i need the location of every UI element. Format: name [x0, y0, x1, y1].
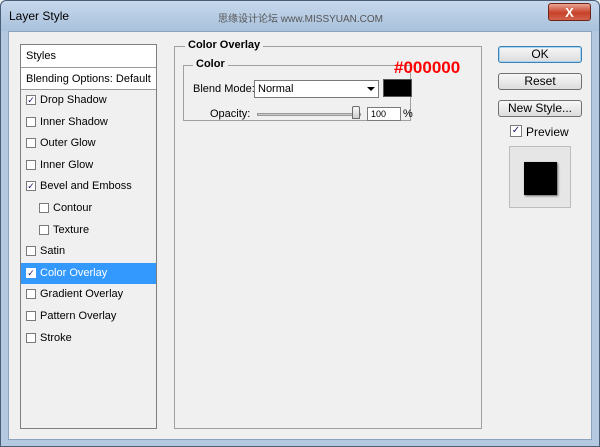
color-overlay-panel: Color Overlay Color Blend Mode: Normal O…	[174, 39, 482, 429]
style-checkbox[interactable]	[26, 310, 36, 321]
style-preview	[509, 146, 571, 208]
watermark-text: 思缘设计论坛 www.MISSYUAN.COM	[218, 14, 384, 25]
opacity-label: Opacity:	[210, 108, 251, 120]
hex-color-annotation: #000000	[394, 58, 461, 77]
close-icon: X	[565, 4, 574, 20]
style-item-label: Texture	[53, 223, 90, 236]
dialog-body: Styles Blending Options: Default ✓ Drop S…	[8, 31, 592, 440]
style-item[interactable]: ✓ Drop Shadow	[21, 90, 156, 112]
style-checkbox[interactable]	[26, 159, 36, 170]
opacity-slider-thumb[interactable]	[352, 106, 360, 119]
style-item-label: Gradient Overlay	[40, 288, 124, 301]
style-item-label: Contour	[53, 201, 93, 214]
style-checkbox[interactable]	[26, 138, 36, 149]
style-item[interactable]: Gradient Overlay	[21, 284, 156, 306]
style-item[interactable]: Outer Glow	[21, 133, 156, 155]
styles-header[interactable]: Styles	[21, 45, 156, 68]
style-item[interactable]: Texture	[21, 220, 156, 242]
style-checkbox[interactable]: ✓	[26, 95, 36, 105]
style-item-label: Stroke	[40, 331, 72, 344]
opacity-unit: %	[403, 108, 413, 120]
style-checkbox[interactable]	[39, 224, 49, 235]
style-item-label: Inner Shadow	[40, 115, 108, 128]
style-item-label: Inner Glow	[40, 158, 94, 171]
style-checkbox[interactable]	[26, 289, 36, 300]
new-style-button[interactable]: New Style...	[498, 100, 582, 117]
blend-mode-label: Blend Mode:	[193, 83, 255, 95]
style-item-label: Drop Shadow	[40, 94, 107, 106]
color-group-title: Color	[193, 58, 228, 70]
preview-checkbox[interactable]: ✓	[510, 125, 522, 137]
style-item[interactable]: Inner Shadow	[21, 112, 156, 134]
style-item-label: Satin	[40, 245, 66, 258]
style-item[interactable]: Satin	[21, 241, 156, 263]
overlay-color-swatch[interactable]	[383, 79, 412, 97]
styles-list: Styles Blending Options: Default ✓ Drop S…	[20, 44, 157, 429]
style-checkbox[interactable]	[39, 202, 49, 213]
style-item[interactable]: Stroke	[21, 328, 156, 350]
style-item-label: Bevel and Emboss	[40, 180, 132, 193]
color-group: Color Blend Mode: Normal Opacity: 100 %	[183, 58, 413, 121]
style-item[interactable]: Inner Glow	[21, 155, 156, 177]
preview-label: Preview	[526, 125, 569, 139]
style-item-label: Color Overlay	[40, 266, 108, 279]
style-item[interactable]: Contour	[21, 198, 156, 220]
style-item[interactable]: ✓ Bevel and Emboss	[21, 176, 156, 198]
style-checkbox[interactable]	[26, 116, 36, 127]
style-checkbox[interactable]: ✓	[26, 267, 36, 278]
opacity-input[interactable]: 100	[367, 107, 401, 121]
blend-mode-value: Normal	[258, 83, 294, 95]
opacity-slider-track[interactable]	[257, 113, 361, 116]
style-item-label: Outer Glow	[40, 137, 96, 150]
ok-button[interactable]: OK	[498, 46, 582, 63]
layer-style-dialog: Layer Style 思缘设计论坛 www.MISSYUAN.COM X St…	[0, 0, 600, 447]
style-item-label: Pattern Overlay	[40, 309, 117, 322]
checkmark-icon: ✓	[511, 125, 521, 136]
style-checkbox[interactable]: ✓	[26, 181, 36, 192]
preview-square	[524, 162, 557, 195]
reset-button[interactable]: Reset	[498, 73, 582, 90]
blend-mode-select[interactable]: Normal	[254, 80, 379, 98]
close-button[interactable]: X	[548, 3, 591, 21]
style-items: ✓ Drop Shadow Inner Shadow Outer Glow Inner …	[21, 90, 156, 349]
style-checkbox[interactable]	[26, 246, 36, 257]
title-bar[interactable]: Layer Style 思缘设计论坛 www.MISSYUAN.COM X	[1, 1, 599, 31]
blending-options-item[interactable]: Blending Options: Default	[21, 68, 156, 90]
chevron-down-icon	[367, 87, 375, 91]
style-checkbox[interactable]	[26, 332, 36, 343]
color-overlay-title: Color Overlay	[185, 39, 264, 51]
style-item[interactable]: ✓ Color Overlay	[21, 262, 156, 285]
window-title: Layer Style	[9, 9, 70, 23]
style-item[interactable]: Pattern Overlay	[21, 306, 156, 328]
